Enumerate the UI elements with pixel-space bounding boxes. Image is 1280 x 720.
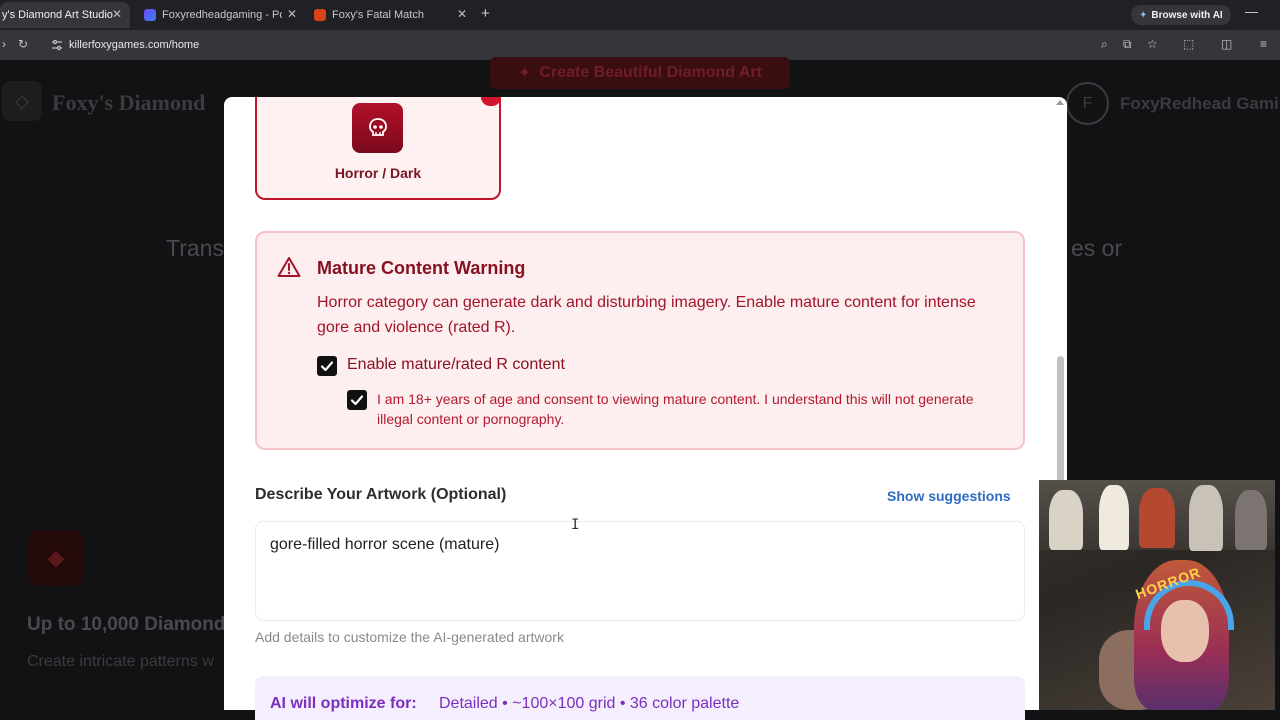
sparkle-icon: ✦: [1139, 9, 1148, 21]
webcam-overlay: HORROR: [1039, 480, 1275, 710]
skull-icon: [352, 103, 403, 153]
description-help-text: Add details to customize the AI-generate…: [255, 629, 564, 645]
favicon-icon: [144, 9, 156, 21]
figure-chucky: [1139, 488, 1175, 548]
tab-fatal-match[interactable]: Foxy's Fatal Match ✕: [310, 2, 475, 28]
show-suggestions-link[interactable]: Show suggestions: [887, 488, 1011, 504]
hero-text-left: Trans: [166, 235, 224, 261]
extensions-icon[interactable]: ⬚: [1183, 37, 1194, 51]
browse-with-ai-label: Browse with AI: [1151, 9, 1223, 21]
site-settings-icon[interactable]: [51, 39, 63, 51]
age-consent-checkbox[interactable]: [347, 390, 367, 410]
browser-toolbar: › ↻ killerfoxygames.com/home ⌕ ⧉ ☆ ⬚ ◫ ≡: [0, 30, 1280, 60]
figure-clown: [1189, 485, 1223, 551]
bookmark-star-icon[interactable]: ☆: [1147, 37, 1158, 51]
age-consent-label[interactable]: I am 18+ years of age and consent to vie…: [377, 389, 997, 429]
new-tab-button[interactable]: +: [481, 5, 490, 22]
close-icon[interactable]: ✕: [112, 7, 122, 21]
figure-nun: [1099, 485, 1129, 550]
figure-doll: [1049, 490, 1083, 550]
figure-mask: [1235, 490, 1267, 550]
minimize-icon[interactable]: —: [1245, 4, 1258, 19]
feature-title: Up to 10,000 Diamond: [27, 614, 226, 635]
tab-title: Foxy's Fatal Match: [332, 9, 424, 21]
tab-title: y's Diamond Art Studio: [2, 9, 113, 21]
checkmark-icon: [320, 361, 334, 372]
enable-mature-checkbox[interactable]: [317, 356, 337, 376]
browse-with-ai-button[interactable]: ✦ Browse with AI: [1131, 5, 1231, 25]
install-app-icon[interactable]: ⧉: [1123, 37, 1132, 52]
create-diamond-art-button: ✦ Create Beautiful Diamond Art: [490, 57, 790, 89]
close-icon[interactable]: ✕: [287, 7, 297, 21]
diamond-logo-icon: ◇: [2, 81, 42, 121]
checkmark-icon: [350, 395, 364, 406]
forward-icon[interactable]: ›: [2, 37, 6, 51]
create-button-label: Create Beautiful Diamond Art: [539, 64, 762, 81]
warning-body: Horror category can generate dark and di…: [317, 294, 976, 336]
tab-poster[interactable]: Foxyredheadgaming - Poster (U ✕: [140, 2, 305, 28]
describe-artwork-title: Describe Your Artwork (Optional): [255, 486, 507, 503]
enable-mature-label[interactable]: Enable mature/rated R content: [347, 356, 565, 374]
address-bar-url[interactable]: killerfoxygames.com/home: [69, 39, 199, 51]
style-card-label: Horror / Dark: [334, 165, 422, 181]
close-icon[interactable]: ✕: [457, 7, 467, 21]
warning-title: Mature Content Warning: [317, 258, 526, 278]
hero-text-right: es or: [1071, 235, 1123, 261]
split-view-icon[interactable]: ◫: [1221, 37, 1232, 51]
gem-icon: ◆: [28, 530, 84, 586]
site-brand: Foxy's Diamond: [52, 90, 206, 115]
ai-optimize-details: Detailed • ~100×100 grid • 36 color pale…: [439, 695, 740, 712]
sparkle-icon: ✦: [518, 65, 532, 82]
menu-icon[interactable]: ≡: [1260, 37, 1267, 51]
favicon-icon: [314, 9, 326, 21]
warning-triangle-icon: [277, 257, 301, 277]
tab-diamond-art-studio[interactable]: y's Diamond Art Studio ✕: [0, 2, 130, 28]
reload-icon[interactable]: ↻: [18, 37, 28, 51]
artwork-description-input[interactable]: gore-filled horror scene (mature): [255, 521, 1025, 621]
username: FoxyRedhead Gamin: [1120, 94, 1280, 113]
zoom-icon[interactable]: ⌕: [1101, 37, 1108, 52]
scroll-up-arrow-icon[interactable]: [1056, 100, 1064, 105]
tab-title: Foxyredheadgaming - Poster (U: [162, 9, 282, 21]
ai-optimize-label: AI will optimize for:: [270, 695, 417, 712]
avatar: F: [1066, 82, 1109, 125]
text-cursor-icon: I: [571, 517, 580, 533]
browser-tab-bar: y's Diamond Art Studio ✕ Foxyredheadgami…: [0, 0, 1280, 30]
feature-subtitle: Create intricate patterns w: [27, 653, 214, 670]
